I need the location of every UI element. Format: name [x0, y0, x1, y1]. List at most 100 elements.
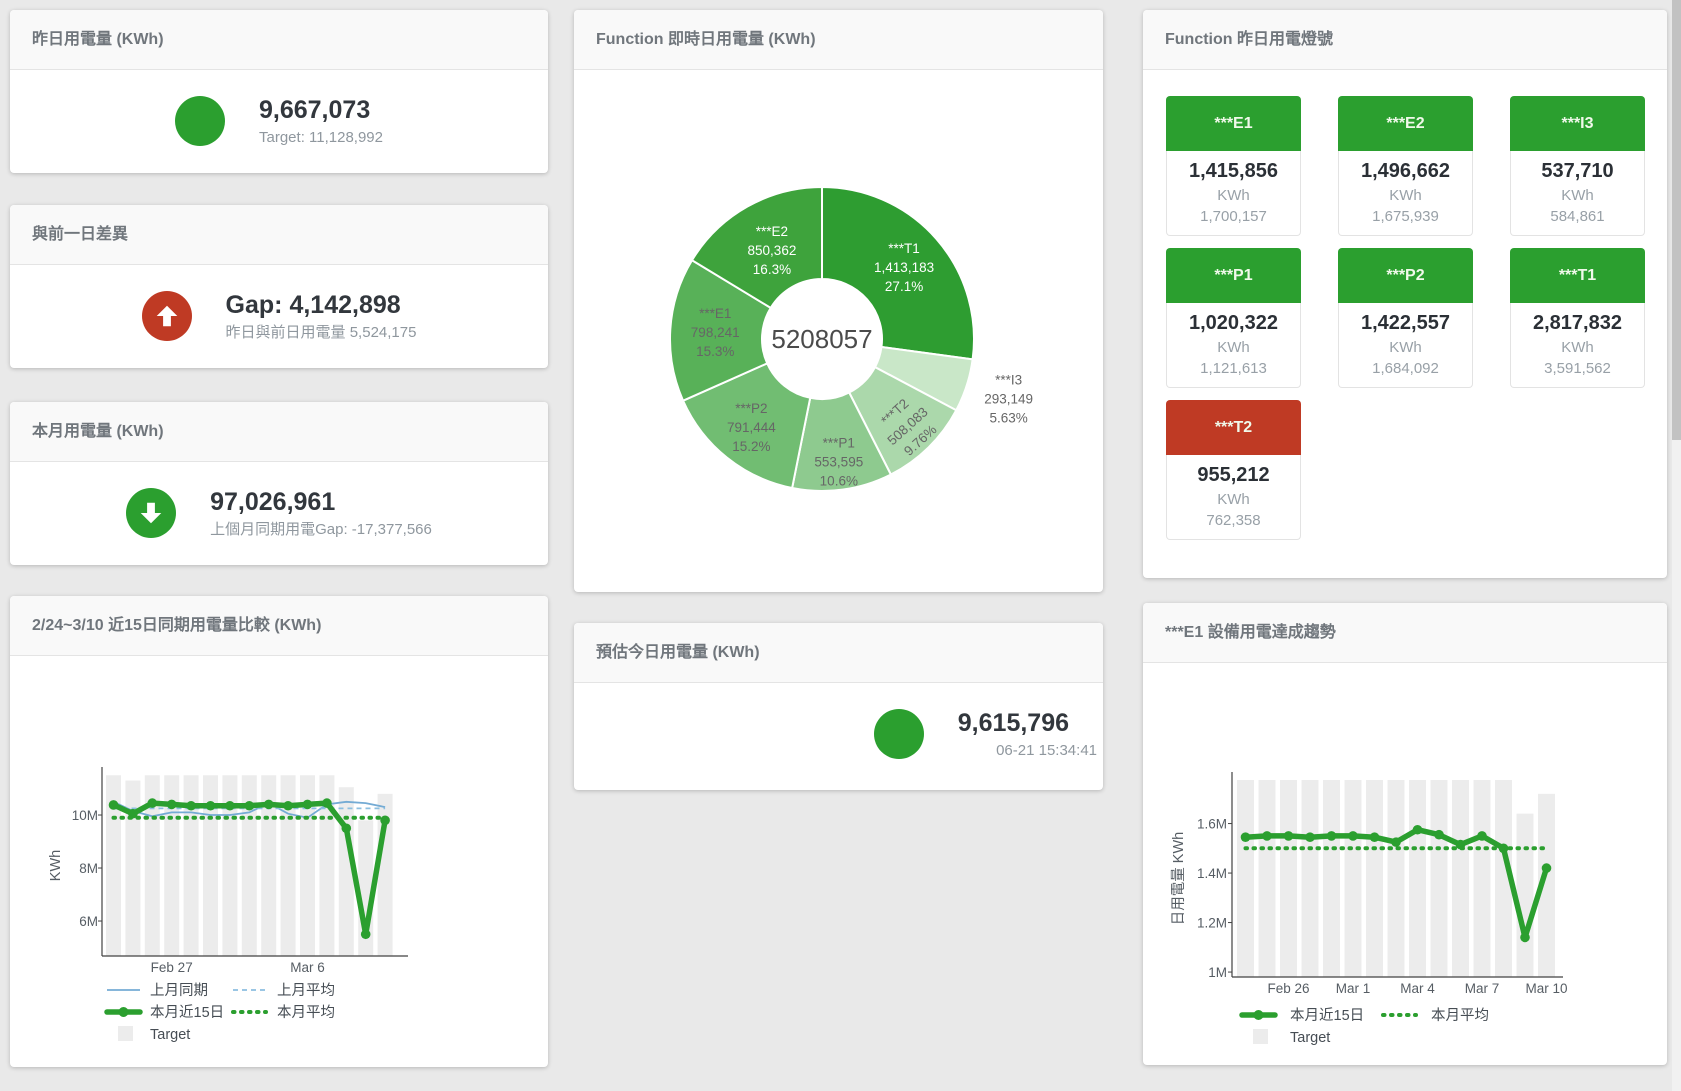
card-month-usage: 本月用電量 (KWh) 97,026,961 上個月同期用電Gap: -17,3… [10, 402, 548, 565]
light-tile: ***E21,496,662KWh1,675,939 [1338, 96, 1473, 236]
tile-label: ***E1 [1166, 96, 1301, 151]
tile-body: 1,422,557KWh1,684,092 [1338, 303, 1473, 388]
card-lights: Function 昨日用電燈號 ***E11,415,856KWh1,700,1… [1143, 10, 1667, 578]
svg-text:8M: 8M [79, 861, 98, 876]
tile-secondary: 1,700,157 [1169, 206, 1298, 227]
realtime-donut-chart[interactable]: ***T11,413,18327.1%***I3293,1495.63%***T… [574, 70, 1103, 592]
day-gap-value: Gap: 4,142,898 [226, 290, 417, 320]
target-bar [1431, 780, 1448, 977]
svg-text:1.4M: 1.4M [1197, 866, 1227, 881]
svg-text:6M: 6M [79, 914, 98, 929]
card-lights-title: Function 昨日用電燈號 [1143, 10, 1667, 70]
tile-secondary: 1,684,092 [1341, 358, 1470, 379]
legend-item-本月近15日[interactable]: 本月近15日 [1242, 1007, 1364, 1024]
light-tile: ***P21,422,557KWh1,684,092 [1338, 248, 1473, 388]
legend-item-上月平均[interactable]: 上月平均 [233, 982, 335, 999]
month-value: 97,026,961 [210, 487, 432, 517]
month-gap-sub: 上個月同期用電Gap: -17,377,566 [210, 519, 432, 540]
target-bar [1237, 780, 1254, 977]
tile-label: ***P2 [1338, 248, 1473, 303]
svg-text:本月近15日: 本月近15日 [150, 1004, 224, 1021]
card-yesterday-title: 昨日用電量 (KWh) [10, 10, 548, 70]
legend-item-本月近15日[interactable]: 本月近15日 [107, 1004, 224, 1021]
month-kpi: 97,026,961 上個月同期用電Gap: -17,377,566 [10, 462, 548, 564]
svg-text:10M: 10M [72, 808, 98, 823]
legend-item-本月平均[interactable]: 本月平均 [1383, 1007, 1489, 1024]
legend-item-本月平均[interactable]: 本月平均 [233, 1004, 335, 1021]
target-bar [1388, 780, 1405, 977]
yesterday-kpi: 9,667,073 Target: 11,128,992 [10, 70, 548, 172]
tile-body: 537,710KWh584,861 [1510, 151, 1645, 236]
tile-value: 955,212 [1169, 462, 1298, 489]
y-axis-label: KWh [48, 850, 64, 881]
tile-body: 2,817,832KWh3,591,562 [1510, 303, 1645, 388]
target-bar [1409, 780, 1426, 977]
legend-item-Target[interactable]: Target [118, 1026, 190, 1043]
estimate-value: 9,615,796 [958, 708, 1069, 738]
card-compare-chart: 2/24~3/10 近15日同期用電量比較 (KWh) 6M 8M 10M Feb 2… [10, 596, 548, 1067]
scrollbar-thumb[interactable] [1672, 0, 1681, 440]
tile-value: 1,415,856 [1169, 158, 1298, 185]
scrollbar[interactable] [1672, 0, 1681, 1091]
tile-unit: KWh [1169, 185, 1298, 206]
tile-label: ***E2 [1338, 96, 1473, 151]
target-bar [1452, 780, 1469, 977]
legend-item-Target[interactable]: Target [1253, 1029, 1330, 1046]
card-day-gap-title: 與前一日差異 [10, 205, 548, 265]
green-status-circle [874, 709, 924, 759]
svg-text:Feb 27: Feb 27 [151, 960, 193, 975]
trend-chart[interactable]: 1M1.2M1.4M1.6MFeb 26Mar 1Mar 4Mar 7Mar 1… [1143, 663, 1667, 1065]
tile-secondary: 1,675,939 [1341, 206, 1470, 227]
svg-text:本月平均: 本月平均 [1431, 1007, 1489, 1024]
target-bar [1323, 780, 1340, 977]
tile-value: 537,710 [1513, 158, 1642, 185]
tile-unit: KWh [1341, 337, 1470, 358]
tile-label: ***T1 [1510, 248, 1645, 303]
target-bar [1302, 780, 1319, 977]
target-bar [1280, 780, 1297, 977]
day-gap-kpi: Gap: 4,142,898 昨日與前日用電量 5,524,175 [10, 265, 548, 367]
tile-unit: KWh [1341, 185, 1470, 206]
green-status-circle [175, 96, 225, 146]
target-bar [1474, 780, 1491, 977]
target-bar [1517, 814, 1534, 977]
card-month-title: 本月用電量 (KWh) [10, 402, 548, 462]
card-yesterday-usage: 昨日用電量 (KWh) 9,667,073 Target: 11,128,992 [10, 10, 548, 173]
lights-tile-grid: ***E11,415,856KWh1,700,157***E21,496,662… [1143, 70, 1667, 540]
light-tile: ***T12,817,832KWh3,591,562 [1510, 248, 1645, 388]
svg-text:Mar 6: Mar 6 [290, 960, 325, 975]
svg-text:Feb 26: Feb 26 [1267, 981, 1309, 996]
target-bar [1366, 780, 1383, 977]
light-tile: ***P11,020,322KWh1,121,613 [1166, 248, 1301, 388]
svg-text:本月近15日: 本月近15日 [1290, 1007, 1364, 1024]
light-tile: ***E1 1,415,856KWh1,700,157 [1166, 96, 1301, 236]
card-trend-title: ***E1 設備用電達成趨勢 [1143, 603, 1667, 663]
light-tile: ***T2955,212KWh762,358 [1166, 400, 1301, 540]
svg-text:1.2M: 1.2M [1197, 916, 1227, 931]
tile-unit: KWh [1513, 185, 1642, 206]
svg-text:1M: 1M [1208, 965, 1227, 980]
svg-text:上月同期: 上月同期 [150, 982, 208, 999]
svg-text:Target: Target [150, 1027, 190, 1043]
svg-text:Mar 7: Mar 7 [1465, 981, 1500, 996]
yesterday-value: 9,667,073 [259, 95, 383, 125]
card-compare-title: 2/24~3/10 近15日同期用電量比較 (KWh) [10, 596, 548, 656]
svg-text:上月平均: 上月平均 [277, 982, 335, 999]
tile-unit: KWh [1513, 337, 1642, 358]
card-day-gap: 與前一日差異 Gap: 4,142,898 昨日與前日用電量 5,524,175 [10, 205, 548, 368]
card-realtime-donut: Function 即時日用電量 (KWh) ***T11,413,18327.1… [574, 10, 1103, 592]
tile-body: 1,020,322KWh1,121,613 [1166, 303, 1301, 388]
svg-text:Target: Target [1290, 1030, 1330, 1046]
legend-item-上月同期[interactable]: 上月同期 [107, 982, 208, 999]
dashboard-background: 昨日用電量 (KWh) 9,667,073 Target: 11,128,992… [0, 0, 1672, 1091]
arrow-down-icon [126, 488, 176, 538]
arrow-up-icon [142, 291, 192, 341]
estimate-kpi: 9,615,796 06-21 15:34:41 [574, 683, 1103, 785]
svg-text:Mar 10: Mar 10 [1525, 981, 1567, 996]
y-axis-label: 日用電量 KWh [1171, 832, 1187, 925]
compare-chart[interactable]: 6M 8M 10M Feb 27 Mar 6 KWh 上月同期 上月平均本月近15日本月平均 T… [10, 656, 548, 1067]
day-gap-sub: 昨日與前日用電量 5,524,175 [226, 322, 417, 343]
tile-secondary: 1,121,613 [1169, 358, 1298, 379]
yesterday-target: Target: 11,128,992 [259, 127, 383, 148]
tile-secondary: 584,861 [1513, 206, 1642, 227]
